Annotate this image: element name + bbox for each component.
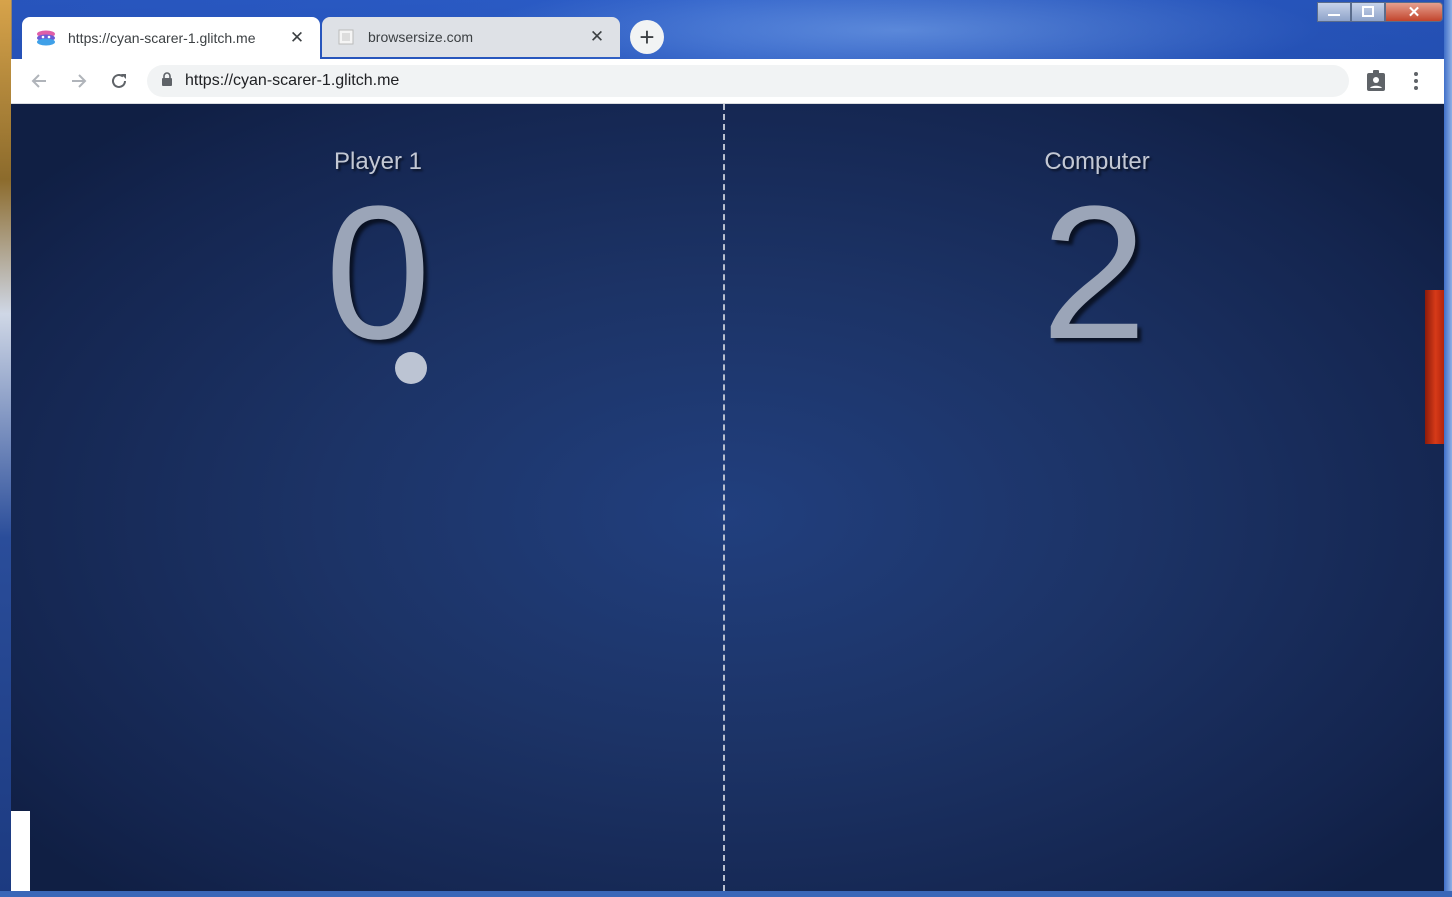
tab-strip: https://cyan-scarer-1.glitch.me ✕ browse… bbox=[11, 0, 1444, 59]
tab-title: browsersize.com bbox=[368, 29, 474, 45]
computer-paddle bbox=[1425, 290, 1444, 444]
window-bottom-edge bbox=[0, 891, 1452, 897]
player-paddle[interactable] bbox=[11, 811, 30, 891]
close-window-button[interactable]: ✕ bbox=[1385, 2, 1443, 22]
tab-browsersize[interactable]: browsersize.com ✕ bbox=[322, 17, 620, 57]
ball bbox=[395, 352, 427, 384]
window-controls: ✕ bbox=[1317, 2, 1443, 24]
pong-game-area[interactable]: Player 1 0 Computer 2 bbox=[11, 104, 1444, 891]
window-right-edge bbox=[1444, 0, 1452, 897]
browser-toolbar: https://cyan-scarer-1.glitch.me bbox=[11, 59, 1444, 104]
maximize-button[interactable] bbox=[1351, 2, 1385, 22]
tab-title: https://cyan-scarer-1.glitch.me bbox=[68, 30, 256, 46]
profile-badge-icon[interactable] bbox=[1362, 67, 1390, 95]
close-tab-icon[interactable]: ✕ bbox=[588, 27, 606, 46]
glitch-favicon-icon bbox=[36, 28, 56, 48]
computer-score: 2 bbox=[1041, 167, 1147, 379]
forward-button[interactable] bbox=[65, 67, 93, 95]
close-tab-icon[interactable]: ✕ bbox=[288, 28, 306, 47]
lock-icon bbox=[161, 71, 173, 91]
minimize-button[interactable] bbox=[1317, 2, 1351, 22]
url-text: https://cyan-scarer-1.glitch.me bbox=[185, 72, 400, 89]
arrow-left-icon bbox=[31, 74, 46, 88]
menu-kebab-icon[interactable] bbox=[1402, 67, 1430, 95]
tab-glitch[interactable]: https://cyan-scarer-1.glitch.me ✕ bbox=[22, 17, 320, 59]
reload-icon bbox=[112, 73, 126, 88]
new-tab-button[interactable]: + bbox=[630, 20, 664, 54]
page-favicon-icon bbox=[336, 27, 356, 47]
address-bar[interactable]: https://cyan-scarer-1.glitch.me bbox=[147, 65, 1349, 97]
back-button[interactable] bbox=[25, 67, 53, 95]
reload-button[interactable] bbox=[105, 67, 133, 95]
arrow-right-icon bbox=[72, 74, 87, 88]
center-net bbox=[723, 104, 725, 891]
browser-window: https://cyan-scarer-1.glitch.me ✕ browse… bbox=[11, 0, 1444, 897]
player-score: 0 bbox=[325, 167, 431, 379]
